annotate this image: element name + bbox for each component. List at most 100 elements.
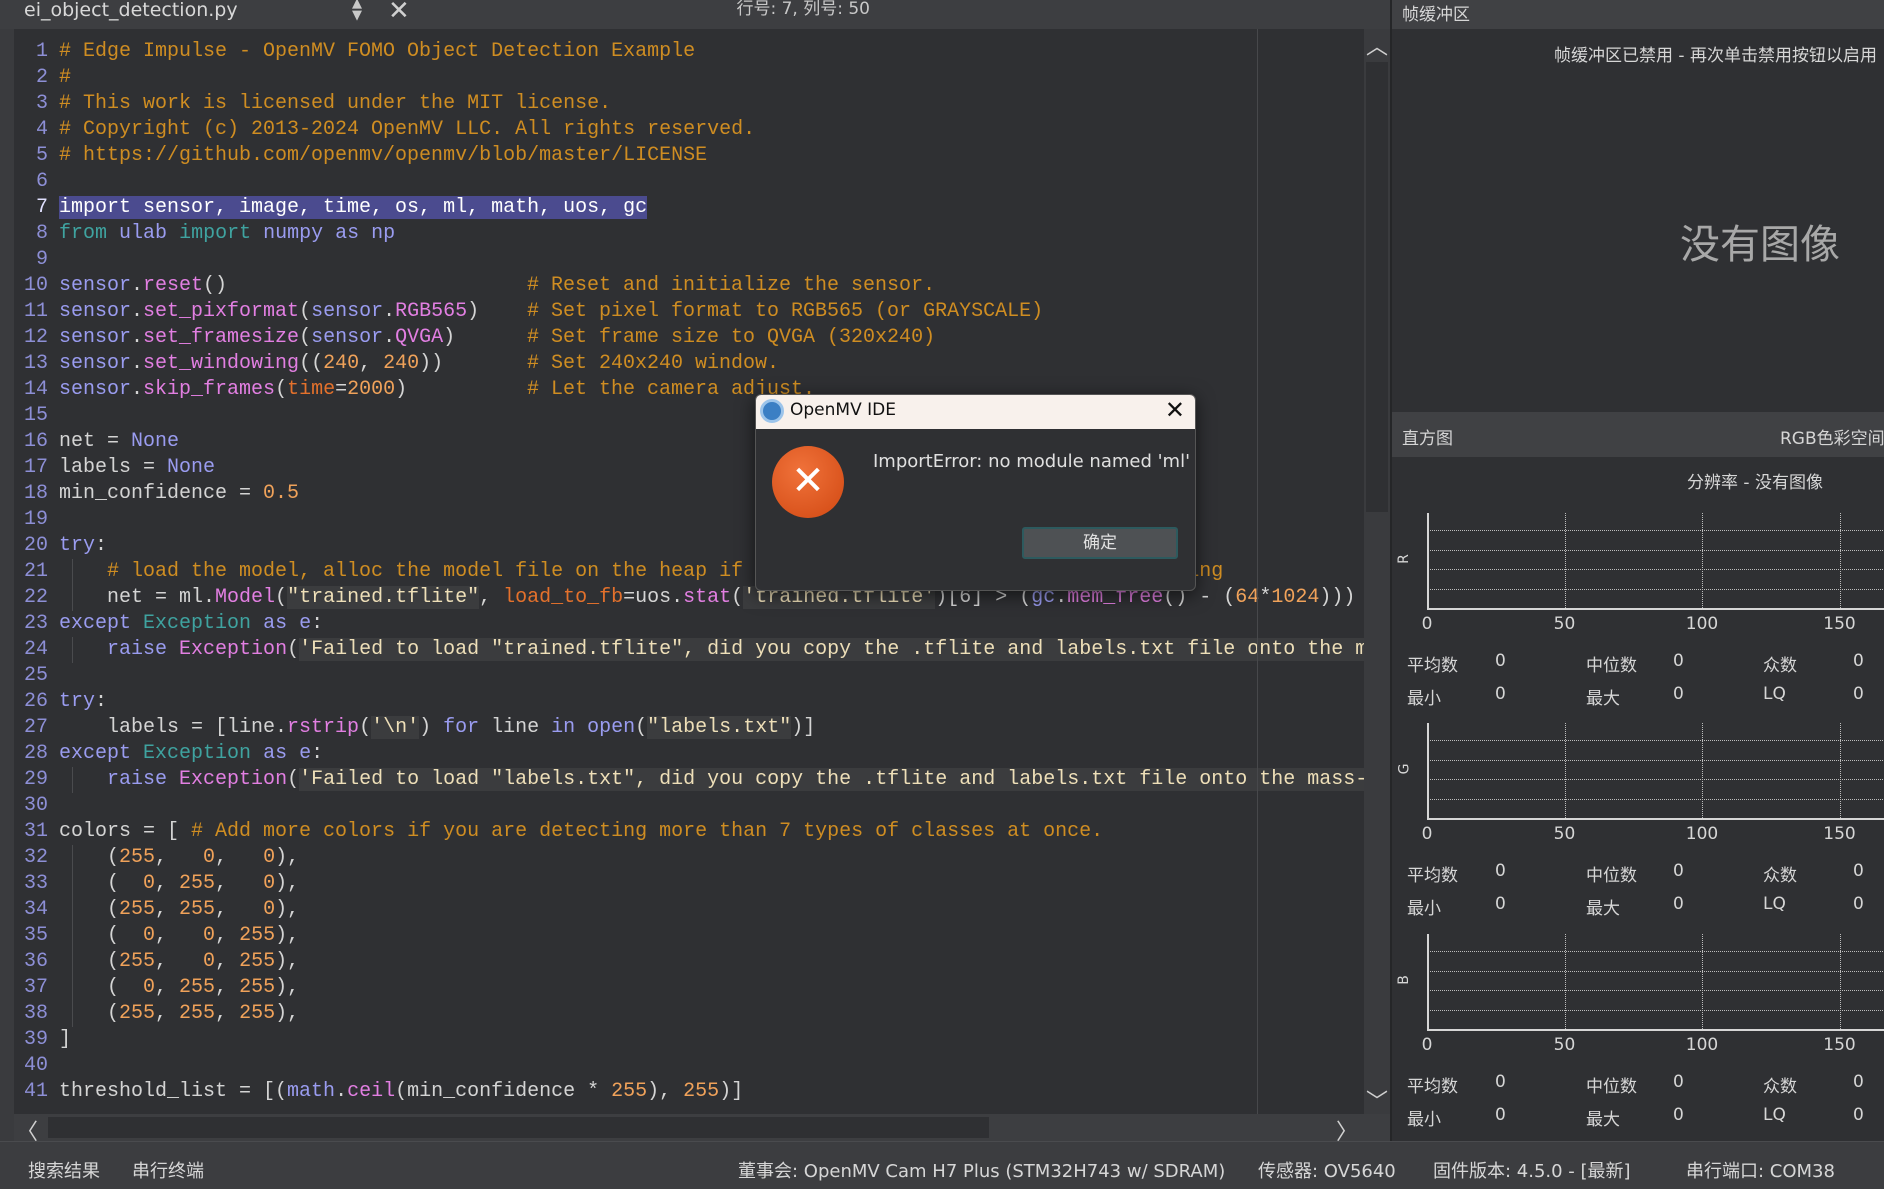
file-name-tab[interactable]: ei_object_detection.py <box>24 0 238 20</box>
code-comment: # Set 240x240 window. <box>527 352 780 375</box>
code-line[interactable]: 25 <box>14 663 1364 689</box>
line-number: 17 <box>23 456 48 479</box>
horizontal-scroll-thumb[interactable] <box>48 1117 989 1138</box>
code-line[interactable]: 11 sensor.set_pixformat(sensor.RGB565) # S… <box>14 299 1364 325</box>
code-token: min_confidence = <box>59 482 264 505</box>
code-line[interactable]: 2 # <box>14 65 1364 91</box>
grid-line <box>1430 951 1884 952</box>
code-line[interactable]: 41 threshold_list = [(math.ceil(min_confi… <box>14 1079 1364 1105</box>
code-line[interactable]: 27 labels = [line.rstrip('\n') for line … <box>14 715 1364 741</box>
code-token: ( <box>287 768 300 791</box>
code-line[interactable]: 37 ( 0, 255, 255), <box>14 975 1364 1001</box>
stat-label-max: 最大 <box>1586 689 1620 709</box>
code-line[interactable]: 36 (255, 0, 255), <box>14 949 1364 975</box>
line-number: 12 <box>23 326 48 349</box>
code-line[interactable]: 7 import sensor, image, time, os, ml, mat… <box>14 195 1364 221</box>
code-text: # <box>59 65 71 91</box>
code-token: ( <box>299 300 312 323</box>
code-line[interactable]: 35 ( 0, 0, 255), <box>14 923 1364 949</box>
no-image-placeholder: 没有图像 <box>1680 222 1840 268</box>
firmware-info[interactable]: 固件版本: 4.5.0 - [最新] <box>1433 1157 1631 1183</box>
search-results-tab[interactable]: 搜索结果 <box>28 1157 100 1183</box>
colorspace-selector[interactable]: RGB色彩空间 <box>1780 424 1884 449</box>
code-line[interactable]: 13 sensor.set_windowing((240, 240)) # Set … <box>14 351 1364 377</box>
ok-button[interactable]: 确定 <box>1022 527 1178 559</box>
vertical-scroll-thumb[interactable] <box>1366 62 1388 512</box>
board-info[interactable]: 董事会: OpenMV Cam H7 Plus (STM32H743 w/ SD… <box>738 1157 1225 1183</box>
code-line[interactable]: 38 (255, 255, 255), <box>14 1001 1364 1027</box>
code-token: ), <box>275 976 300 999</box>
scroll-down-icon[interactable]: ﹀ <box>1364 1084 1390 1116</box>
code-text: ( 0, 0, 255), <box>59 923 299 949</box>
code-line[interactable]: 1 # Edge Impulse - OpenMV FOMO Object Det… <box>14 39 1364 65</box>
code-line[interactable]: 31 colors = [ # Add more colors if you ar… <box>14 819 1364 845</box>
stat-label-max: 最大 <box>1586 899 1620 919</box>
dialog-title: OpenMV IDE <box>790 400 896 420</box>
serial-port-info[interactable]: 串行端口: COM38 <box>1686 1157 1835 1183</box>
code-text: except Exception as e: <box>59 741 323 767</box>
line-number: 13 <box>23 352 48 375</box>
line-number: 38 <box>23 1002 48 1025</box>
code-line[interactable]: 5 # https://github.com/openmv/openmv/blob… <box>14 143 1364 169</box>
code-line[interactable]: 24 raise Exception('Failed to load "trai… <box>14 637 1364 663</box>
grid-line <box>1702 723 1703 818</box>
code-line[interactable]: 26 try: <box>14 689 1364 715</box>
line-number: 1 <box>35 40 48 63</box>
serial-terminal-tab[interactable]: 串行终端 <box>132 1157 204 1183</box>
code-line[interactable]: 12 sensor.set_framesize(sensor.QVGA) # Set… <box>14 325 1364 351</box>
stat-value-median: 0 <box>1673 861 1684 881</box>
code-comment: # Set frame size to QVGA (320x240) <box>527 326 936 349</box>
line-number: 6 <box>35 170 48 193</box>
code-line[interactable]: 4 # Copyright (c) 2013-2024 OpenMV LLC. A… <box>14 117 1364 143</box>
close-file-icon[interactable]: ✕ <box>388 0 410 26</box>
stat-value-max: 0 <box>1673 894 1684 914</box>
code-token: sensor <box>59 274 132 297</box>
channel-label: R <box>1395 553 1412 564</box>
openmv-logo-icon <box>760 399 784 423</box>
code-line[interactable]: 6 <box>14 169 1364 195</box>
file-switch-updown-icon[interactable]: ▲ ▼ <box>350 0 364 22</box>
code-token: . <box>131 326 144 349</box>
code-line[interactable]: 33 ( 0, 255, 0), <box>14 871 1364 897</box>
code-token: 0 <box>263 846 276 869</box>
stat-value-mode: 0 <box>1853 1072 1864 1092</box>
x-axis <box>1427 818 1884 820</box>
channel-label: B <box>1395 974 1412 985</box>
grid-line <box>1564 513 1566 608</box>
code-line[interactable]: 29 raise Exception('Failed to load "labe… <box>14 767 1364 793</box>
code-token: )] <box>791 716 816 739</box>
code-token: , <box>155 1002 180 1025</box>
scroll-up-icon[interactable]: ︿ <box>1364 29 1390 61</box>
code-line[interactable]: 40 <box>14 1053 1364 1079</box>
code-comment: # Copyright (c) 2013-2024 OpenMV LLC. Al… <box>59 118 756 141</box>
code-token: : <box>311 612 324 635</box>
dialog-close-icon[interactable]: ✕ <box>1165 396 1185 424</box>
code-line[interactable]: 34 (255, 255, 0), <box>14 897 1364 923</box>
x-tick-label: 150 <box>1823 824 1856 844</box>
code-token: ), <box>275 950 300 973</box>
code-line[interactable]: 9 <box>14 247 1364 273</box>
histogram-title: 直方图 <box>1402 429 1453 449</box>
code-text: # Edge Impulse - OpenMV FOMO Object Dete… <box>59 39 695 65</box>
x-tick-label: 50 <box>1553 824 1576 844</box>
code-line[interactable]: 23 except Exception as e: <box>14 611 1364 637</box>
code-line[interactable]: 3 # This work is licensed under the MIT l… <box>14 91 1364 117</box>
code-text: sensor.set_windowing((240, 240)) # Set 24… <box>59 351 779 377</box>
code-line[interactable]: 39] <box>14 1027 1364 1053</box>
code-text: try: <box>59 533 107 559</box>
code-text: sensor.set_pixformat(sensor.RGB565) # Set… <box>59 299 1043 325</box>
code-line[interactable]: 32 (255, 0, 0), <box>14 845 1364 871</box>
code-line[interactable]: 28 except Exception as e: <box>14 741 1364 767</box>
line-number: 34 <box>23 898 48 921</box>
code-line[interactable]: 8 from ulab import numpy as np <box>14 221 1364 247</box>
code-token: ) <box>467 300 480 323</box>
code-line[interactable]: 30 <box>14 793 1364 819</box>
stat-label-min: 最小 <box>1407 689 1441 709</box>
x-tick-label: 50 <box>1553 614 1576 634</box>
code-line[interactable]: 10 sensor.reset() # Reset and initialize t… <box>14 273 1364 299</box>
grid-line <box>1702 934 1703 1029</box>
code-token: RGB565 <box>395 300 468 323</box>
stat-value-max: 0 <box>1673 684 1684 704</box>
code-token: : <box>95 690 108 713</box>
